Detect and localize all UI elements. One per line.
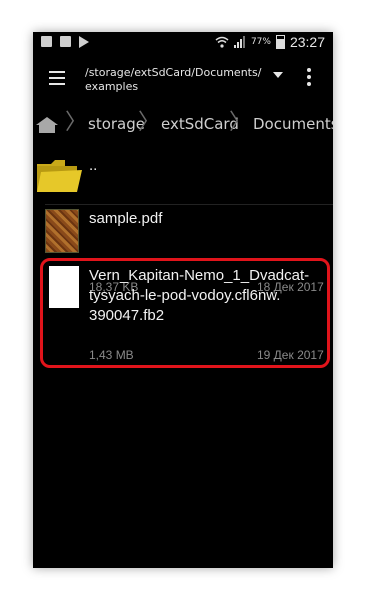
pdf-thumbnail-icon — [45, 209, 79, 253]
path-line-2: examples — [85, 80, 139, 93]
status-bar: 77% 23:27 — [33, 32, 333, 54]
clock: 23:27 — [289, 34, 325, 50]
chevron-right-icon: 〉 — [138, 110, 161, 135]
breadcrumb: 〉 storage 〉 extSdCard 〉 Documents — [33, 106, 333, 142]
notification-icons — [41, 36, 89, 48]
path-line-1: /storage/extSdCard/Documents/ — [85, 66, 262, 79]
file-name: .. — [89, 157, 98, 174]
highlight-frame — [40, 258, 330, 368]
print-icon — [60, 36, 71, 47]
dropdown-arrow-icon[interactable] — [273, 72, 283, 78]
folder-icon — [37, 160, 82, 192]
chevron-right-icon: 〉 — [229, 110, 252, 135]
battery-percent: 77% — [250, 37, 271, 47]
gallery-icon — [41, 36, 52, 47]
file-name: sample.pdf — [89, 210, 163, 227]
list-item-parent-folder[interactable]: .. — [33, 142, 333, 204]
play-store-icon — [79, 36, 89, 48]
menu-icon[interactable] — [49, 71, 65, 85]
overflow-menu-icon[interactable] — [307, 68, 311, 89]
system-icons: 77% 23:27 — [215, 34, 325, 50]
breadcrumb-item-storage[interactable]: storage — [88, 115, 145, 133]
breadcrumb-item-extsdcard[interactable]: extSdCard — [161, 115, 239, 133]
current-path[interactable]: /storage/extSdCard/Documents/ examples — [85, 66, 265, 94]
breadcrumb-item-documents[interactable]: Documents — [253, 115, 333, 133]
signal-icon — [233, 36, 245, 48]
battery-icon — [275, 35, 285, 49]
app-toolbar: /storage/extSdCard/Documents/ examples — [33, 54, 333, 110]
home-icon[interactable] — [35, 116, 59, 134]
wifi-icon — [215, 36, 229, 48]
chevron-right-icon: 〉 — [65, 110, 88, 135]
